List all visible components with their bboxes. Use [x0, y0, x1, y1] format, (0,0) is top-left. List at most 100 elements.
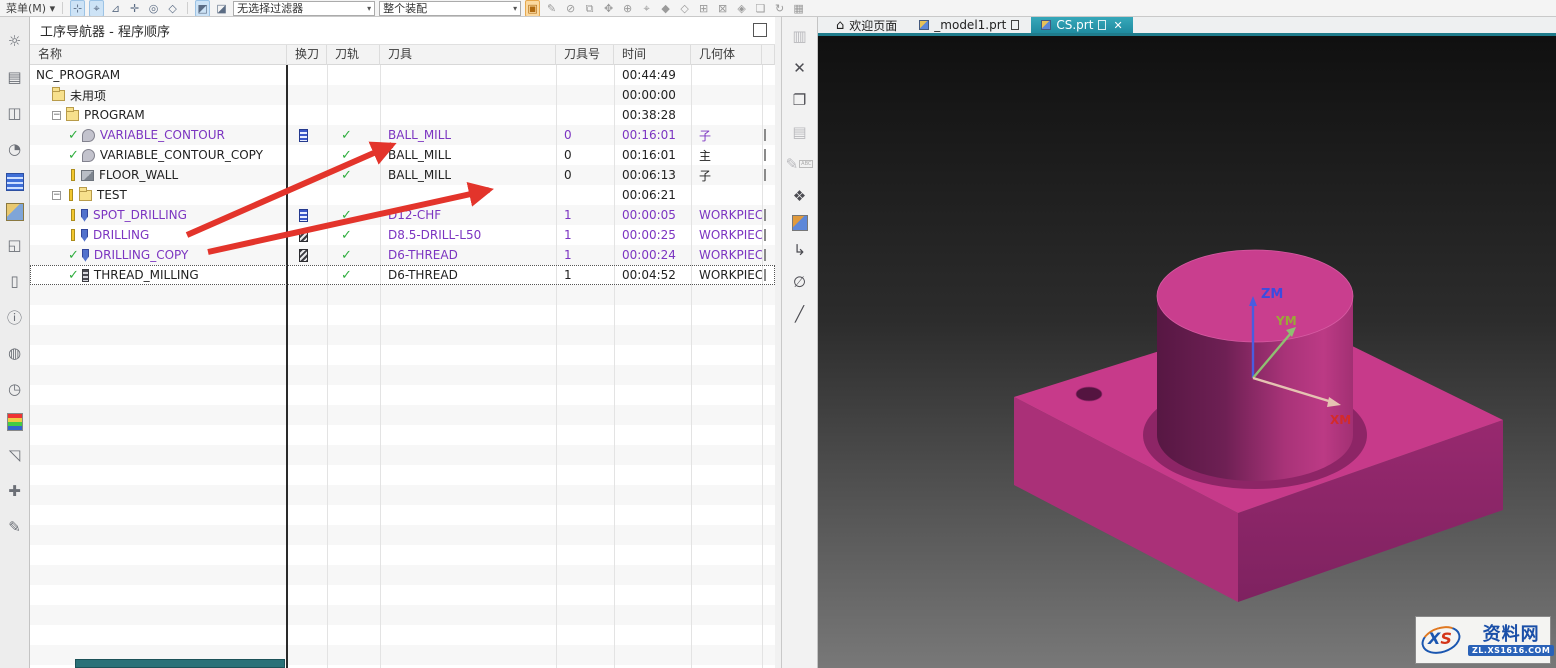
assembly-navigator-icon[interactable]: ▤ — [3, 65, 27, 89]
block-hole[interactable] — [1076, 387, 1102, 401]
wireframe-view-icon[interactable]: ◇ — [677, 1, 692, 16]
process-assistant-icon[interactable]: ◱ — [3, 233, 27, 257]
name-cell[interactable]: FLOOR_WALL — [30, 165, 287, 185]
snap-midpoint-icon[interactable]: ⊿ — [108, 1, 123, 16]
name-cell[interactable]: SPOT_DRILLING — [30, 205, 287, 225]
part-navigator-icon[interactable]: ◔ — [3, 137, 27, 161]
copy-hierarchy-icon[interactable]: ❖ — [787, 183, 813, 209]
machine-tool-navigator-icon[interactable] — [6, 203, 24, 221]
window-icon[interactable]: ⊞ — [696, 1, 711, 16]
horizontal-scrollbar-thumb[interactable] — [75, 659, 285, 668]
tab-model1[interactable]: _model1.prt — [909, 17, 1029, 33]
column-header-换刀[interactable]: 换刀 — [287, 45, 327, 65]
paste-icon[interactable]: ▤ — [787, 119, 813, 145]
hide-icon[interactable]: ∅ — [787, 269, 813, 295]
transform-icon[interactable]: ↳ — [787, 237, 813, 263]
toolpath-check-icon: ✓ — [341, 208, 352, 223]
table-row[interactable]: ✓VARIABLE_CONTOUR_COPY✓BALL_MILL000:16:0… — [30, 145, 775, 165]
column-header-刀轨[interactable]: 刀轨 — [327, 45, 380, 65]
name-cell[interactable]: −TEST — [30, 185, 287, 205]
table-row[interactable]: ✓THREAD_MILLING✓D6-THREAD100:04:52WORKPI… — [30, 265, 775, 285]
column-header-刀具[interactable]: 刀具 — [380, 45, 556, 65]
selection-filter-dropdown[interactable]: 无选择过滤器▾ — [233, 1, 375, 16]
name-cell[interactable]: DRILLING — [30, 225, 287, 245]
name-cell[interactable]: NC_PROGRAM — [30, 65, 287, 85]
column-header-刀具号[interactable]: 刀具号 — [556, 45, 614, 65]
name-cell[interactable]: 未用项 — [30, 85, 287, 105]
table-row[interactable]: 未用项00:00:00 — [30, 85, 775, 105]
operation-navigator-icon[interactable] — [6, 173, 24, 191]
visualization-icon[interactable] — [7, 413, 23, 431]
layer-settings-icon[interactable]: ⧉ — [582, 1, 597, 16]
open-icon[interactable]: ❐ — [787, 87, 813, 113]
table-row[interactable]: NC_PROGRAM00:44:49 — [30, 65, 775, 85]
selection-scope-dropdown[interactable]: 整个装配▾ — [379, 1, 521, 16]
name-cell[interactable]: ✓VARIABLE_CONTOUR — [30, 125, 287, 145]
journal-icon[interactable]: ✎ — [3, 515, 27, 539]
assembly-hierarchy-icon[interactable] — [792, 215, 808, 231]
snap-intersection-icon[interactable]: ✛ — [127, 1, 142, 16]
rename-icon[interactable]: ✎ABC — [787, 151, 813, 177]
datum-display-icon[interactable]: ▦ — [791, 1, 806, 16]
snap-center-icon[interactable]: ◎ — [146, 1, 161, 16]
snap-quadrant-icon[interactable]: ◇ — [165, 1, 180, 16]
table-row[interactable]: DRILLING✓D8.5-DRILL-L50100:00:25WORKPIEC… — [30, 225, 775, 245]
toolchange-cell — [287, 105, 327, 125]
vertical-scrollbar-track[interactable] — [775, 17, 782, 668]
floorwall-icon — [81, 170, 94, 181]
toolpath-check-icon: ✓ — [341, 168, 352, 183]
table-row[interactable]: ✓DRILLING_COPY✓D6-THREAD100:00:24WORKPIE… — [30, 245, 775, 265]
column-header-几何体[interactable]: 几何体 — [691, 45, 762, 65]
table-row[interactable]: SPOT_DRILLING✓D12-CHF100:00:05WORKPIECE — [30, 205, 775, 225]
show-part-icon[interactable]: ▣ — [525, 0, 540, 17]
close-icon[interactable]: ✕ — [1113, 19, 1122, 32]
graphics-viewport[interactable]: ZM YM XM XS 资料网 ZL.XS1616.COM — [818, 36, 1556, 668]
orient-view-icon[interactable]: ⌖ — [639, 1, 654, 16]
snapshot-icon[interactable]: ❏ — [753, 1, 768, 16]
name-cell[interactable]: ✓THREAD_MILLING — [30, 265, 287, 285]
internet-explorer-icon[interactable]: ⓘ — [3, 305, 27, 329]
history-icon[interactable]: ◷ — [3, 377, 27, 401]
select-body-icon[interactable]: ◪ — [214, 1, 229, 16]
shaded-view-icon[interactable]: ◆ — [658, 1, 673, 16]
column-header-名称[interactable]: 名称 — [30, 45, 287, 65]
menu-button[interactable]: 菜单(M) ▾ — [6, 0, 55, 16]
measure-icon[interactable]: ╱ — [787, 301, 813, 327]
snap-point-icon[interactable]: ⊹ — [70, 0, 85, 17]
fit-view-icon[interactable]: ⊠ — [715, 1, 730, 16]
boss-cylinder[interactable] — [1143, 250, 1367, 489]
select-face-icon[interactable]: ◩ — [195, 0, 210, 17]
snap-endpoint-icon[interactable]: ⌖ — [89, 0, 104, 17]
table-row[interactable]: −PROGRAM00:38:28 — [30, 105, 775, 125]
tool-cell: BALL_MILL — [380, 125, 556, 145]
show-hide-icon[interactable]: ⊘ — [563, 1, 578, 16]
toolpath-cell: ✓ — [327, 125, 380, 145]
part-template-icon[interactable]: ◹ — [3, 443, 27, 467]
edit-object-display-icon[interactable]: ✎ — [544, 1, 559, 16]
delete-icon[interactable]: ✕ — [787, 55, 813, 81]
roles-gear-icon[interactable]: ☼ — [3, 29, 27, 53]
table-row[interactable]: FLOOR_WALL✓BALL_MILL000:06:13子 — [30, 165, 775, 185]
column-header-extra[interactable] — [762, 45, 775, 65]
toolbox-icon[interactable]: ✚ — [3, 479, 27, 503]
table-row[interactable]: ✓VARIABLE_CONTOUR✓BALL_MILL000:16:01子 — [30, 125, 775, 145]
toolpath-cell — [327, 105, 380, 125]
constraint-navigator-icon[interactable]: ◫ — [3, 101, 27, 125]
column-header-时间[interactable]: 时间 — [614, 45, 691, 65]
web-browser-icon[interactable]: ◍ — [3, 341, 27, 365]
tab-welcome[interactable]: ⌂欢迎页面 — [826, 17, 907, 33]
pan-icon[interactable]: ✥ — [601, 1, 616, 16]
reuse-library-icon[interactable]: ▯ — [3, 269, 27, 293]
name-cell[interactable]: −PROGRAM — [30, 105, 287, 125]
perspective-icon[interactable]: ◈ — [734, 1, 749, 16]
table-row[interactable]: −TEST00:06:21 — [30, 185, 775, 205]
name-cell[interactable]: ✓VARIABLE_CONTOUR_COPY — [30, 145, 287, 165]
create-tool-icon[interactable]: ▥ — [787, 23, 813, 49]
tab-cs[interactable]: CS.prt✕ — [1031, 17, 1132, 33]
float-panel-icon[interactable] — [753, 23, 767, 37]
tree-expander-icon[interactable]: − — [52, 191, 61, 200]
tree-expander-icon[interactable]: − — [52, 111, 61, 120]
zoom-icon[interactable]: ⊕ — [620, 1, 635, 16]
rotate-view-icon[interactable]: ↻ — [772, 1, 787, 16]
name-cell[interactable]: ✓DRILLING_COPY — [30, 245, 287, 265]
